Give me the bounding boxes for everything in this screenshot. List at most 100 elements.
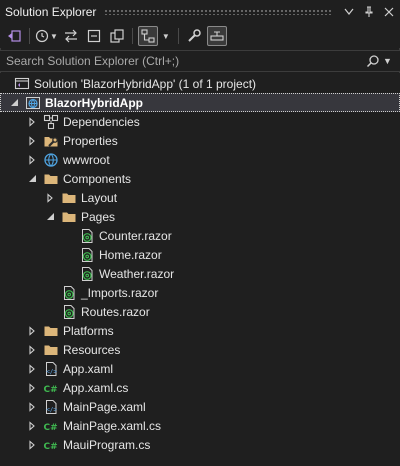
folder-icon	[61, 209, 77, 225]
tree-node-layout[interactable]: Layout	[0, 188, 400, 207]
expand-arrow-icon[interactable]	[27, 135, 37, 147]
window-position-dropdown-icon[interactable]	[340, 3, 358, 21]
tree-node-counter-razor[interactable]: Counter.razor	[0, 226, 400, 245]
tree-node-home-razor[interactable]: Home.razor	[0, 245, 400, 264]
tree-node-app-xaml[interactable]: </> App.xaml	[0, 359, 400, 378]
chevron-down-icon: ▼	[383, 56, 392, 66]
expand-arrow-icon[interactable]	[27, 344, 37, 356]
expand-arrow-icon[interactable]	[27, 382, 37, 394]
pin-icon[interactable]	[360, 3, 378, 21]
solution-tree: Solution 'BlazorHybridApp' (1 of 1 proje…	[0, 73, 400, 466]
razor-file-icon	[61, 304, 77, 320]
tree-node-platforms[interactable]: Platforms	[0, 321, 400, 340]
chevron-down-icon[interactable]: ▼	[162, 32, 170, 41]
tree-node-label: App.xaml	[63, 361, 114, 376]
close-icon[interactable]	[380, 3, 398, 21]
tree-node-label: Resources	[63, 342, 121, 357]
tree-node-label: Dependencies	[63, 114, 140, 129]
collapse-all-button[interactable]	[84, 26, 104, 46]
svg-text:C#: C#	[44, 423, 58, 433]
tree-node-label: App.xaml.cs	[63, 380, 129, 395]
tree-node-components[interactable]: Components	[0, 169, 400, 188]
razor-file-icon	[79, 247, 95, 263]
tree-node-wwwroot[interactable]: wwwroot	[0, 150, 400, 169]
clock-icon	[35, 29, 49, 43]
sync-with-active-document-button[interactable]	[61, 26, 81, 46]
tree-node-label: MainPage.xaml.cs	[63, 418, 162, 433]
tree-node-properties[interactable]: Properties	[0, 131, 400, 150]
collapse-arrow-icon[interactable]	[45, 211, 55, 223]
expand-arrow-icon[interactable]	[27, 420, 37, 432]
collapse-all-icon	[87, 29, 101, 43]
panel-title-bar: Solution Explorer	[0, 0, 400, 24]
tree-node-app-xaml-cs[interactable]: C# App.xaml.cs	[0, 378, 400, 397]
expand-arrow-icon[interactable]	[27, 439, 37, 451]
expand-arrow-icon[interactable]	[27, 325, 37, 337]
tree-node-label: Components	[63, 171, 132, 186]
solution-label: Solution 'BlazorHybridApp' (1 of 1 proje…	[34, 76, 257, 91]
tree-node-label: Pages	[81, 209, 116, 224]
svg-text:C#: C#	[44, 442, 58, 452]
properties-button[interactable]	[184, 26, 204, 46]
panel-title: Solution Explorer	[5, 5, 97, 19]
expand-arrow-icon[interactable]	[27, 363, 37, 375]
tree-node-routes-razor[interactable]: Routes.razor	[0, 302, 400, 321]
tree-node-mauiprogram-cs[interactable]: C# MauiProgram.cs	[0, 435, 400, 454]
tree-node-label: Properties	[63, 133, 118, 148]
view-options-button[interactable]	[137, 26, 158, 46]
tree-node-label: MauiProgram.cs	[63, 437, 151, 452]
wrench-icon	[186, 28, 202, 44]
expand-arrow-icon[interactable]	[27, 154, 37, 166]
hierarchy-icon	[140, 28, 156, 44]
folder-icon	[43, 323, 59, 339]
solution-icon	[14, 76, 30, 92]
pending-changes-filter-button[interactable]: ▼	[35, 26, 58, 46]
svg-text:C#: C#	[44, 385, 58, 395]
solution-node[interactable]: Solution 'BlazorHybridApp' (1 of 1 proje…	[0, 74, 400, 93]
switch-views-button[interactable]	[4, 26, 24, 46]
show-all-files-button[interactable]	[107, 26, 127, 46]
folder-icon	[43, 342, 59, 358]
expand-arrow-icon[interactable]	[27, 116, 37, 128]
csharp-file-icon: C#	[43, 437, 59, 453]
tree-node-blazorhybridapp[interactable]: BlazorHybridApp	[0, 93, 400, 112]
tree-node-label: wwwroot	[63, 152, 110, 167]
drag-grip[interactable]	[104, 9, 332, 15]
preview-selected-items-button[interactable]	[206, 26, 227, 46]
tree-node-weather-razor[interactable]: Weather.razor	[0, 264, 400, 283]
razor-file-icon	[61, 285, 77, 301]
collapse-arrow-icon[interactable]	[27, 173, 37, 185]
tree-node-label: Home.razor	[99, 247, 162, 262]
properties-icon	[43, 133, 59, 149]
tree-node-label: Routes.razor	[81, 304, 150, 319]
tree-node-resources[interactable]: Resources	[0, 340, 400, 359]
tree-node-mainpage-xaml[interactable]: </> MainPage.xaml	[0, 397, 400, 416]
csharp-file-icon: C#	[43, 380, 59, 396]
tree-node-pages[interactable]: Pages	[0, 207, 400, 226]
collapse-arrow-icon[interactable]	[9, 97, 19, 109]
svg-text:</>: </>	[46, 406, 57, 413]
tree-node-label: Weather.razor	[99, 266, 175, 281]
tree-node-mainpage-xaml-cs[interactable]: C# MainPage.xaml.cs	[0, 416, 400, 435]
dependencies-icon	[43, 114, 59, 130]
expand-arrow-icon[interactable]	[27, 401, 37, 413]
toolbar-separator	[29, 28, 30, 44]
folder-icon	[43, 171, 59, 187]
search-input[interactable]	[0, 51, 366, 71]
tree-node-dependencies[interactable]: Dependencies	[0, 112, 400, 131]
toolbar: ▼ ▼	[0, 24, 400, 48]
expand-arrow-icon[interactable]	[45, 192, 55, 204]
tree-node-label: _Imports.razor	[81, 285, 159, 300]
tree-node-imports-razor[interactable]: _Imports.razor	[0, 283, 400, 302]
tree-node-label: Counter.razor	[99, 228, 172, 243]
sync-arrows-icon	[63, 29, 79, 43]
search-options-button[interactable]: ▼	[366, 54, 400, 68]
razor-file-icon	[79, 228, 95, 244]
xaml-file-icon: </>	[43, 361, 59, 377]
preview-icon	[209, 28, 225, 44]
